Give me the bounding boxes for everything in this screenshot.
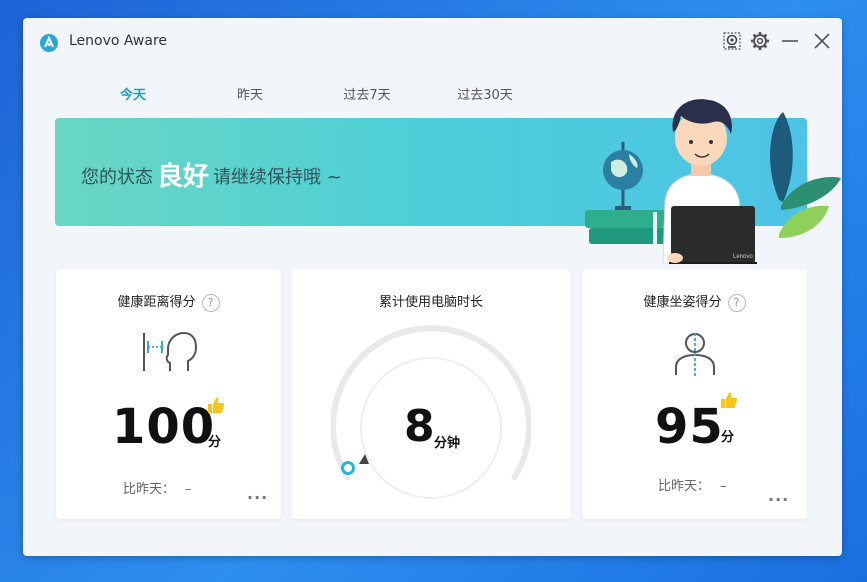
tab-past-30-days[interactable]: 过去30天: [440, 84, 530, 103]
lenovo-aware-logo-icon: [40, 34, 58, 52]
distance-compare: 比昨天： –: [123, 478, 192, 497]
usage-card-title: 累计使用电脑时长: [378, 295, 483, 310]
tab-past-7-days[interactable]: 过去7天: [322, 84, 412, 103]
close-icon[interactable]: [811, 30, 833, 52]
usage-time-unit: 分钟: [434, 436, 461, 451]
distance-card-title: 健康距离得分: [117, 295, 196, 310]
distance-card-title-row: 健康距离得分?: [56, 291, 281, 312]
help-icon[interactable]: ?: [201, 293, 220, 312]
thumbs-up-icon: [721, 392, 738, 408]
distance-score: 100: [112, 399, 216, 455]
compare-label: 比昨天：: [658, 479, 711, 494]
settings-icon[interactable]: [749, 30, 771, 52]
posture-card-title-row: 健康坐姿得分?: [582, 291, 807, 312]
tab-today[interactable]: 今天: [88, 84, 178, 103]
usage-time-card: 累计使用电脑时长 8 分钟: [291, 269, 571, 519]
status-message: 您的状态 良好 请继续保持哦 ~: [81, 154, 342, 192]
distance-score-unit: 分: [208, 435, 222, 450]
title-bar: Lenovo Aware: [23, 18, 842, 66]
usage-time-value: 8: [404, 401, 435, 452]
camera-icon[interactable]: [721, 30, 743, 52]
laptop-brand: Lenovo: [733, 254, 753, 260]
posture-score-card: 健康坐姿得分? 95 分 比昨天： – ···: [582, 269, 807, 519]
compare-value: –: [720, 479, 727, 494]
status-suffix: 请继续保持哦 ~: [213, 167, 342, 188]
sitting-posture-icon: [675, 333, 715, 377]
status-prefix: 您的状态: [81, 167, 153, 188]
app-title: Lenovo Aware: [69, 33, 168, 49]
posture-card-title: 健康坐姿得分: [643, 295, 722, 310]
tab-yesterday[interactable]: 昨天: [205, 84, 295, 103]
distance-score-card: 健康距离得分? 100 分 比昨天： – ···: [56, 269, 281, 519]
posture-score-unit: 分: [721, 430, 735, 445]
person-at-laptop-illustration: Lenovo: [585, 99, 841, 264]
status-value: 良好: [157, 162, 210, 192]
more-options-icon[interactable]: ···: [768, 490, 789, 509]
more-options-icon[interactable]: ···: [247, 488, 268, 507]
compare-value: –: [185, 482, 192, 497]
compare-label: 比昨天：: [123, 482, 176, 497]
minimize-icon[interactable]: [779, 30, 801, 52]
posture-score: 95: [655, 399, 724, 455]
head-distance-icon: [143, 331, 198, 371]
help-icon[interactable]: ?: [727, 293, 746, 312]
app-window: Lenovo Aware 今天 昨天 过去7天 过去30天 您的状态 良好 请继…: [23, 18, 842, 556]
thumbs-up-icon: [208, 397, 225, 413]
posture-compare: 比昨天： –: [658, 475, 727, 494]
